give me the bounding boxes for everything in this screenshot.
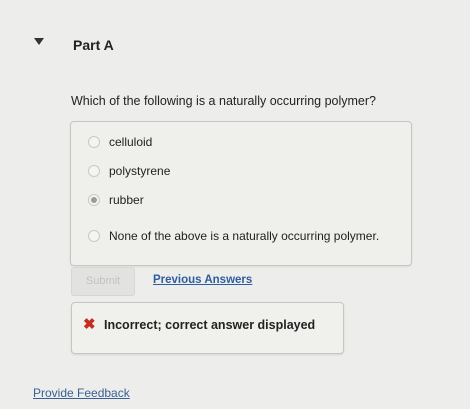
option-label: None of the above is a naturally occurri… (109, 229, 380, 243)
option-polystyrene[interactable]: polystyrene (88, 162, 170, 180)
incorrect-x-icon: ✖ (83, 316, 96, 333)
radio-button[interactable] (88, 230, 100, 242)
option-celluloid[interactable]: celluloid (88, 133, 152, 151)
option-label: celluloid (109, 135, 153, 149)
radio-button[interactable] (88, 136, 100, 148)
part-title: Part A (73, 37, 114, 53)
radio-button[interactable] (88, 165, 100, 177)
option-label: rubber (109, 193, 144, 207)
option-none-of-the-above[interactable]: None of the above is a naturally occurri… (88, 227, 379, 245)
option-label: polystyrene (109, 164, 171, 178)
feedback-message: Incorrect; correct answer displayed (104, 318, 316, 332)
radio-button-selected[interactable] (88, 194, 100, 206)
option-rubber[interactable]: rubber (88, 191, 144, 209)
previous-answers-link[interactable]: Previous Answers (153, 274, 252, 286)
collapse-triangle-icon[interactable] (34, 38, 44, 45)
question-text: Which of the following is a naturally oc… (71, 94, 376, 108)
provide-feedback-link[interactable]: Provide Feedback (33, 386, 130, 400)
submit-button[interactable]: Submit (71, 267, 135, 296)
